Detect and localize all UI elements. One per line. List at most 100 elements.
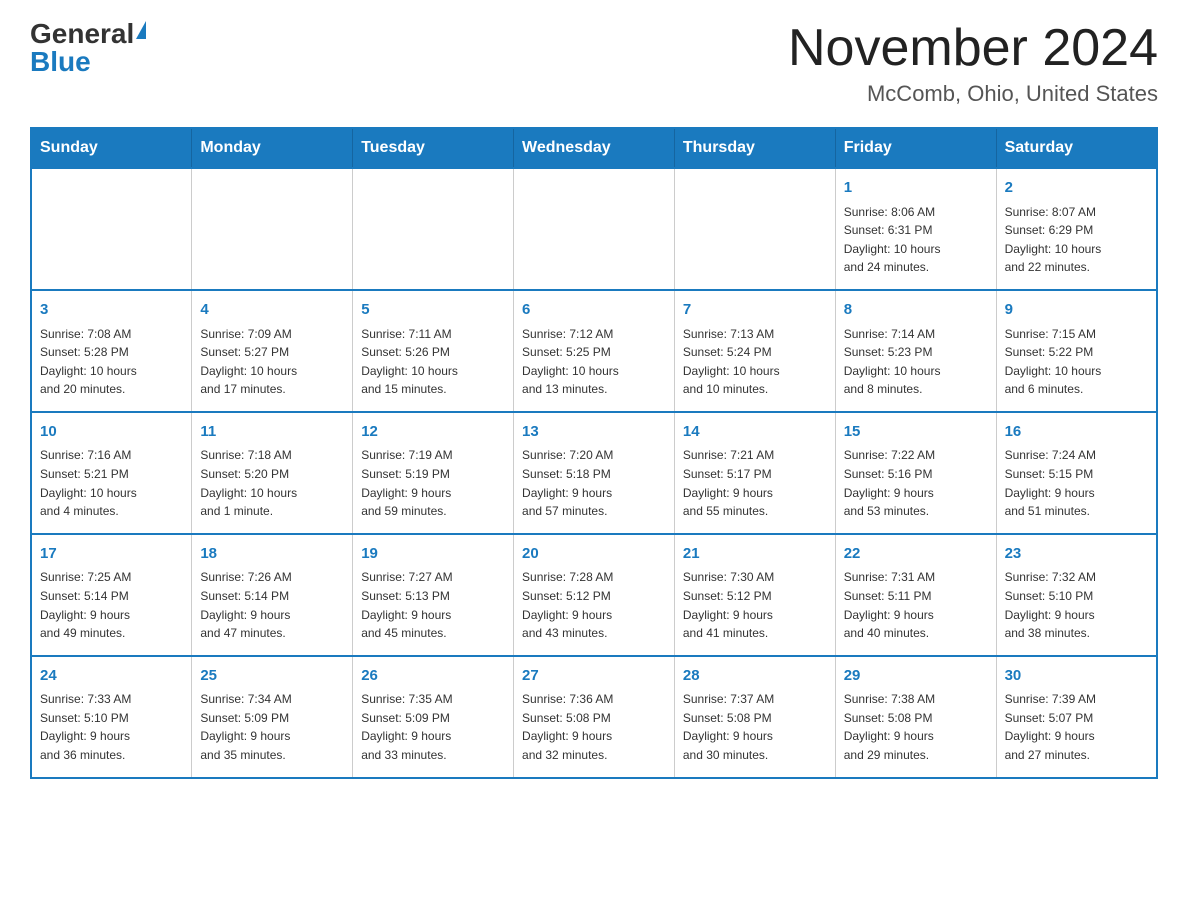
calendar-cell: 10Sunrise: 7:16 AM Sunset: 5:21 PM Dayli… — [31, 412, 192, 534]
day-info: Sunrise: 7:08 AM Sunset: 5:28 PM Dayligh… — [40, 325, 183, 399]
day-info: Sunrise: 7:14 AM Sunset: 5:23 PM Dayligh… — [844, 325, 988, 399]
calendar-cell: 6 Sunrise: 7:12 AM Sunset: 5:25 PM Daylig… — [514, 290, 675, 412]
calendar-cell — [192, 168, 353, 290]
day-info: Sunrise: 8:06 AM Sunset: 6:31 PM Dayligh… — [844, 203, 988, 277]
day-number: 7 — [683, 299, 827, 322]
day-info: Sunrise: 7:13 AM Sunset: 5:24 PM Dayligh… — [683, 325, 827, 399]
day-number: 8 — [844, 299, 988, 322]
calendar-cell: 9 Sunrise: 7:15 AM Sunset: 5:22 PM Daylig… — [996, 290, 1157, 412]
logo-general-text: General — [30, 20, 134, 48]
day-info: Sunrise: 7:39 AM Sunset: 5:07 PM Dayligh… — [1005, 690, 1148, 764]
day-info: Sunrise: 7:28 AM Sunset: 5:12 PM Dayligh… — [522, 568, 666, 642]
day-number: 23 — [1005, 543, 1148, 566]
calendar-cell: 4Sunrise: 7:09 AM Sunset: 5:27 PM Daylig… — [192, 290, 353, 412]
day-info: Sunrise: 7:25 AM Sunset: 5:14 PM Dayligh… — [40, 568, 183, 642]
day-info: Sunrise: 7:31 AM Sunset: 5:11 PM Dayligh… — [844, 568, 988, 642]
day-number: 6 — [522, 299, 666, 322]
day-number: 25 — [200, 665, 344, 688]
day-number: 29 — [844, 665, 988, 688]
logo-blue-text: Blue — [30, 48, 91, 76]
calendar-week-2: 3 Sunrise: 7:08 AM Sunset: 5:28 PM Daylig… — [31, 290, 1157, 412]
day-info: Sunrise: 7:16 AM Sunset: 5:21 PM Dayligh… — [40, 446, 183, 520]
day-number: 30 — [1005, 665, 1148, 688]
calendar-cell: 3 Sunrise: 7:08 AM Sunset: 5:28 PM Daylig… — [31, 290, 192, 412]
day-number: 26 — [361, 665, 505, 688]
day-info: Sunrise: 7:11 AM Sunset: 5:26 PM Dayligh… — [361, 325, 505, 399]
day-info: Sunrise: 7:38 AM Sunset: 5:08 PM Dayligh… — [844, 690, 988, 764]
calendar-cell: 15Sunrise: 7:22 AM Sunset: 5:16 PM Dayli… — [835, 412, 996, 534]
day-number: 4 — [200, 299, 344, 322]
weekday-header-wednesday: Wednesday — [514, 128, 675, 168]
calendar-cell: 5 Sunrise: 7:11 AM Sunset: 5:26 PM Daylig… — [353, 290, 514, 412]
day-info: Sunrise: 7:32 AM Sunset: 5:10 PM Dayligh… — [1005, 568, 1148, 642]
day-number: 17 — [40, 543, 183, 566]
calendar-cell: 23Sunrise: 7:32 AM Sunset: 5:10 PM Dayli… — [996, 534, 1157, 656]
day-info: Sunrise: 7:20 AM Sunset: 5:18 PM Dayligh… — [522, 446, 666, 520]
day-info: Sunrise: 7:19 AM Sunset: 5:19 PM Dayligh… — [361, 446, 505, 520]
day-info: Sunrise: 7:34 AM Sunset: 5:09 PM Dayligh… — [200, 690, 344, 764]
day-number: 14 — [683, 421, 827, 444]
day-info: Sunrise: 8:07 AM Sunset: 6:29 PM Dayligh… — [1005, 203, 1148, 277]
page-header: General Blue November 2024 McComb, Ohio,… — [30, 20, 1158, 107]
weekday-header-friday: Friday — [835, 128, 996, 168]
calendar-cell — [674, 168, 835, 290]
month-title: November 2024 — [788, 20, 1158, 77]
day-number: 18 — [200, 543, 344, 566]
calendar-cell: 12Sunrise: 7:19 AM Sunset: 5:19 PM Dayli… — [353, 412, 514, 534]
weekday-header-tuesday: Tuesday — [353, 128, 514, 168]
calendar-header-row: SundayMondayTuesdayWednesdayThursdayFrid… — [31, 128, 1157, 168]
calendar-cell: 29Sunrise: 7:38 AM Sunset: 5:08 PM Dayli… — [835, 656, 996, 778]
day-number: 21 — [683, 543, 827, 566]
calendar-cell: 27Sunrise: 7:36 AM Sunset: 5:08 PM Dayli… — [514, 656, 675, 778]
calendar-cell: 16Sunrise: 7:24 AM Sunset: 5:15 PM Dayli… — [996, 412, 1157, 534]
calendar-cell: 7 Sunrise: 7:13 AM Sunset: 5:24 PM Daylig… — [674, 290, 835, 412]
day-info: Sunrise: 7:33 AM Sunset: 5:10 PM Dayligh… — [40, 690, 183, 764]
calendar-cell: 25Sunrise: 7:34 AM Sunset: 5:09 PM Dayli… — [192, 656, 353, 778]
day-number: 9 — [1005, 299, 1148, 322]
calendar-cell: 24Sunrise: 7:33 AM Sunset: 5:10 PM Dayli… — [31, 656, 192, 778]
day-number: 27 — [522, 665, 666, 688]
logo-triangle-icon — [136, 21, 146, 39]
calendar-cell: 26Sunrise: 7:35 AM Sunset: 5:09 PM Dayli… — [353, 656, 514, 778]
calendar-cell — [514, 168, 675, 290]
day-number: 22 — [844, 543, 988, 566]
calendar-week-5: 24Sunrise: 7:33 AM Sunset: 5:10 PM Dayli… — [31, 656, 1157, 778]
day-number: 5 — [361, 299, 505, 322]
day-number: 13 — [522, 421, 666, 444]
day-number: 11 — [200, 421, 344, 444]
day-info: Sunrise: 7:24 AM Sunset: 5:15 PM Dayligh… — [1005, 446, 1148, 520]
day-info: Sunrise: 7:36 AM Sunset: 5:08 PM Dayligh… — [522, 690, 666, 764]
day-number: 2 — [1005, 177, 1148, 200]
calendar-cell: 18Sunrise: 7:26 AM Sunset: 5:14 PM Dayli… — [192, 534, 353, 656]
day-number: 16 — [1005, 421, 1148, 444]
calendar-cell: 13Sunrise: 7:20 AM Sunset: 5:18 PM Dayli… — [514, 412, 675, 534]
calendar-cell — [31, 168, 192, 290]
weekday-header-monday: Monday — [192, 128, 353, 168]
day-info: Sunrise: 7:37 AM Sunset: 5:08 PM Dayligh… — [683, 690, 827, 764]
day-number: 3 — [40, 299, 183, 322]
location-title: McComb, Ohio, United States — [788, 81, 1158, 107]
weekday-header-sunday: Sunday — [31, 128, 192, 168]
day-info: Sunrise: 7:35 AM Sunset: 5:09 PM Dayligh… — [361, 690, 505, 764]
calendar-week-1: 1Sunrise: 8:06 AM Sunset: 6:31 PM Daylig… — [31, 168, 1157, 290]
calendar-cell: 17Sunrise: 7:25 AM Sunset: 5:14 PM Dayli… — [31, 534, 192, 656]
day-number: 20 — [522, 543, 666, 566]
calendar-cell: 14Sunrise: 7:21 AM Sunset: 5:17 PM Dayli… — [674, 412, 835, 534]
calendar-cell: 11Sunrise: 7:18 AM Sunset: 5:20 PM Dayli… — [192, 412, 353, 534]
calendar-table: SundayMondayTuesdayWednesdayThursdayFrid… — [30, 127, 1158, 778]
weekday-header-thursday: Thursday — [674, 128, 835, 168]
day-info: Sunrise: 7:12 AM Sunset: 5:25 PM Dayligh… — [522, 325, 666, 399]
day-number: 15 — [844, 421, 988, 444]
day-number: 12 — [361, 421, 505, 444]
day-info: Sunrise: 7:26 AM Sunset: 5:14 PM Dayligh… — [200, 568, 344, 642]
day-number: 10 — [40, 421, 183, 444]
day-number: 19 — [361, 543, 505, 566]
day-info: Sunrise: 7:15 AM Sunset: 5:22 PM Dayligh… — [1005, 325, 1148, 399]
calendar-cell: 20Sunrise: 7:28 AM Sunset: 5:12 PM Dayli… — [514, 534, 675, 656]
day-info: Sunrise: 7:30 AM Sunset: 5:12 PM Dayligh… — [683, 568, 827, 642]
day-info: Sunrise: 7:22 AM Sunset: 5:16 PM Dayligh… — [844, 446, 988, 520]
calendar-cell: 30Sunrise: 7:39 AM Sunset: 5:07 PM Dayli… — [996, 656, 1157, 778]
calendar-cell: 19Sunrise: 7:27 AM Sunset: 5:13 PM Dayli… — [353, 534, 514, 656]
calendar-cell — [353, 168, 514, 290]
weekday-header-saturday: Saturday — [996, 128, 1157, 168]
